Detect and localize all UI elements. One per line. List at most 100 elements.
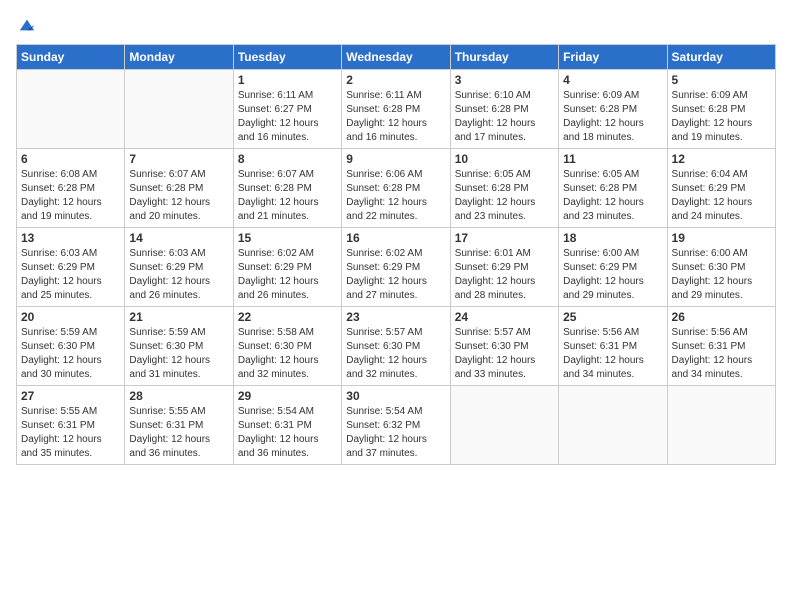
day-info: Sunrise: 6:09 AM Sunset: 6:28 PM Dayligh… [672,89,771,145]
calendar-cell: 11 Sunrise: 6:05 AM Sunset: 6:28 PM Dayli… [559,149,667,228]
day-number: 4 [563,73,662,87]
day-info: Sunrise: 6:00 AM Sunset: 6:30 PM Dayligh… [672,247,771,303]
day-info: Sunrise: 6:10 AM Sunset: 6:28 PM Dayligh… [455,89,554,145]
day-number: 2 [346,73,445,87]
logo [16,16,36,34]
calendar-week-5: 27 Sunrise: 5:55 AM Sunset: 6:31 PM Dayli… [17,386,776,465]
day-number: 28 [129,389,228,403]
calendar-cell: 9 Sunrise: 6:06 AM Sunset: 6:28 PM Daylig… [342,149,450,228]
calendar-cell: 18Sunrise: 6:00 AM Sunset: 6:29 PM Dayli… [559,228,667,307]
day-number: 26 [672,310,771,324]
calendar-cell: 15 Sunrise: 6:02 AM Sunset: 6:29 PM Dayli… [233,228,341,307]
day-number: 22 [238,310,337,324]
calendar-week-1: 1Sunrise: 6:11 AM Sunset: 6:27 PM Daylig… [17,70,776,149]
day-info: Sunrise: 6:06 AM Sunset: 6:28 PM Dayligh… [346,168,445,224]
day-number: 15 [238,231,337,245]
day-info: Sunrise: 5:57 AM Sunset: 6:30 PM Dayligh… [455,326,554,382]
day-number: 10 [455,152,554,166]
calendar-cell: 7 Sunrise: 6:07 AM Sunset: 6:28 PM Daylig… [125,149,233,228]
day-header-saturday: Saturday [667,45,775,70]
day-number: 19 [672,231,771,245]
day-info: Sunrise: 5:55 AM Sunset: 6:31 PM Dayligh… [21,405,120,461]
calendar-cell: 24Sunrise: 5:57 AM Sunset: 6:30 PM Dayli… [450,307,558,386]
calendar-cell: 29 Sunrise: 5:54 AM Sunset: 6:31 PM Dayli… [233,386,341,465]
calendar-cell [559,386,667,465]
day-info: Sunrise: 5:54 AM Sunset: 6:31 PM Dayligh… [238,405,337,461]
calendar-week-4: 20 Sunrise: 5:59 AM Sunset: 6:30 PM Dayli… [17,307,776,386]
day-header-friday: Friday [559,45,667,70]
day-info: Sunrise: 5:55 AM Sunset: 6:31 PM Dayligh… [129,405,228,461]
day-number: 8 [238,152,337,166]
calendar-cell: 3 Sunrise: 6:10 AM Sunset: 6:28 PM Daylig… [450,70,558,149]
day-info: Sunrise: 6:05 AM Sunset: 6:28 PM Dayligh… [563,168,662,224]
calendar-cell: 27 Sunrise: 5:55 AM Sunset: 6:31 PM Dayli… [17,386,125,465]
day-info: Sunrise: 6:03 AM Sunset: 6:29 PM Dayligh… [21,247,120,303]
calendar-cell: 4 Sunrise: 6:09 AM Sunset: 6:28 PM Daylig… [559,70,667,149]
day-info: Sunrise: 5:59 AM Sunset: 6:30 PM Dayligh… [129,326,228,382]
calendar-cell [450,386,558,465]
day-number: 20 [21,310,120,324]
calendar-cell: 14 Sunrise: 6:03 AM Sunset: 6:29 PM Dayli… [125,228,233,307]
day-number: 27 [21,389,120,403]
calendar-table: SundayMondayTuesdayWednesdayThursdayFrid… [16,44,776,465]
logo-icon [18,16,36,34]
day-info: Sunrise: 6:11 AM Sunset: 6:28 PM Dayligh… [346,89,445,145]
calendar-cell [17,70,125,149]
day-info: Sunrise: 5:56 AM Sunset: 6:31 PM Dayligh… [672,326,771,382]
day-info: Sunrise: 5:59 AM Sunset: 6:30 PM Dayligh… [21,326,120,382]
day-info: Sunrise: 6:05 AM Sunset: 6:28 PM Dayligh… [455,168,554,224]
day-number: 7 [129,152,228,166]
day-info: Sunrise: 6:02 AM Sunset: 6:29 PM Dayligh… [346,247,445,303]
day-info: Sunrise: 6:07 AM Sunset: 6:28 PM Dayligh… [238,168,337,224]
day-number: 16 [346,231,445,245]
day-number: 25 [563,310,662,324]
day-number: 11 [563,152,662,166]
calendar-cell: 17Sunrise: 6:01 AM Sunset: 6:29 PM Dayli… [450,228,558,307]
calendar-cell [125,70,233,149]
day-number: 12 [672,152,771,166]
day-number: 9 [346,152,445,166]
calendar-cell: 19 Sunrise: 6:00 AM Sunset: 6:30 PM Dayli… [667,228,775,307]
calendar-cell [667,386,775,465]
calendar-cell: 2 Sunrise: 6:11 AM Sunset: 6:28 PM Daylig… [342,70,450,149]
day-info: Sunrise: 6:03 AM Sunset: 6:29 PM Dayligh… [129,247,228,303]
day-header-monday: Monday [125,45,233,70]
calendar-cell: 22 Sunrise: 5:58 AM Sunset: 6:30 PM Dayli… [233,307,341,386]
day-number: 3 [455,73,554,87]
day-number: 5 [672,73,771,87]
calendar-week-2: 6Sunrise: 6:08 AM Sunset: 6:28 PM Daylig… [17,149,776,228]
day-info: Sunrise: 6:07 AM Sunset: 6:28 PM Dayligh… [129,168,228,224]
calendar-cell: 16 Sunrise: 6:02 AM Sunset: 6:29 PM Dayli… [342,228,450,307]
calendar-cell: 28 Sunrise: 5:55 AM Sunset: 6:31 PM Dayli… [125,386,233,465]
calendar-cell: 23 Sunrise: 5:57 AM Sunset: 6:30 PM Dayli… [342,307,450,386]
calendar-cell: 30 Sunrise: 5:54 AM Sunset: 6:32 PM Dayli… [342,386,450,465]
day-number: 13 [21,231,120,245]
day-number: 23 [346,310,445,324]
day-header-tuesday: Tuesday [233,45,341,70]
day-number: 14 [129,231,228,245]
day-number: 1 [238,73,337,87]
day-info: Sunrise: 5:58 AM Sunset: 6:30 PM Dayligh… [238,326,337,382]
day-info: Sunrise: 6:02 AM Sunset: 6:29 PM Dayligh… [238,247,337,303]
day-info: Sunrise: 5:54 AM Sunset: 6:32 PM Dayligh… [346,405,445,461]
day-info: Sunrise: 5:57 AM Sunset: 6:30 PM Dayligh… [346,326,445,382]
calendar-week-3: 13 Sunrise: 6:03 AM Sunset: 6:29 PM Dayli… [17,228,776,307]
calendar-cell: 12Sunrise: 6:04 AM Sunset: 6:29 PM Dayli… [667,149,775,228]
day-header-sunday: Sunday [17,45,125,70]
page-header [16,16,776,34]
calendar-cell: 20 Sunrise: 5:59 AM Sunset: 6:30 PM Dayli… [17,307,125,386]
calendar-header-row: SundayMondayTuesdayWednesdayThursdayFrid… [17,45,776,70]
calendar-cell: 10 Sunrise: 6:05 AM Sunset: 6:28 PM Dayli… [450,149,558,228]
day-info: Sunrise: 6:09 AM Sunset: 6:28 PM Dayligh… [563,89,662,145]
day-number: 30 [346,389,445,403]
day-number: 17 [455,231,554,245]
calendar-cell: 5 Sunrise: 6:09 AM Sunset: 6:28 PM Daylig… [667,70,775,149]
day-header-wednesday: Wednesday [342,45,450,70]
day-info: Sunrise: 5:56 AM Sunset: 6:31 PM Dayligh… [563,326,662,382]
calendar-cell: 8 Sunrise: 6:07 AM Sunset: 6:28 PM Daylig… [233,149,341,228]
calendar-cell: 21Sunrise: 5:59 AM Sunset: 6:30 PM Dayli… [125,307,233,386]
day-header-thursday: Thursday [450,45,558,70]
day-number: 29 [238,389,337,403]
calendar-cell: 1Sunrise: 6:11 AM Sunset: 6:27 PM Daylig… [233,70,341,149]
day-info: Sunrise: 6:08 AM Sunset: 6:28 PM Dayligh… [21,168,120,224]
